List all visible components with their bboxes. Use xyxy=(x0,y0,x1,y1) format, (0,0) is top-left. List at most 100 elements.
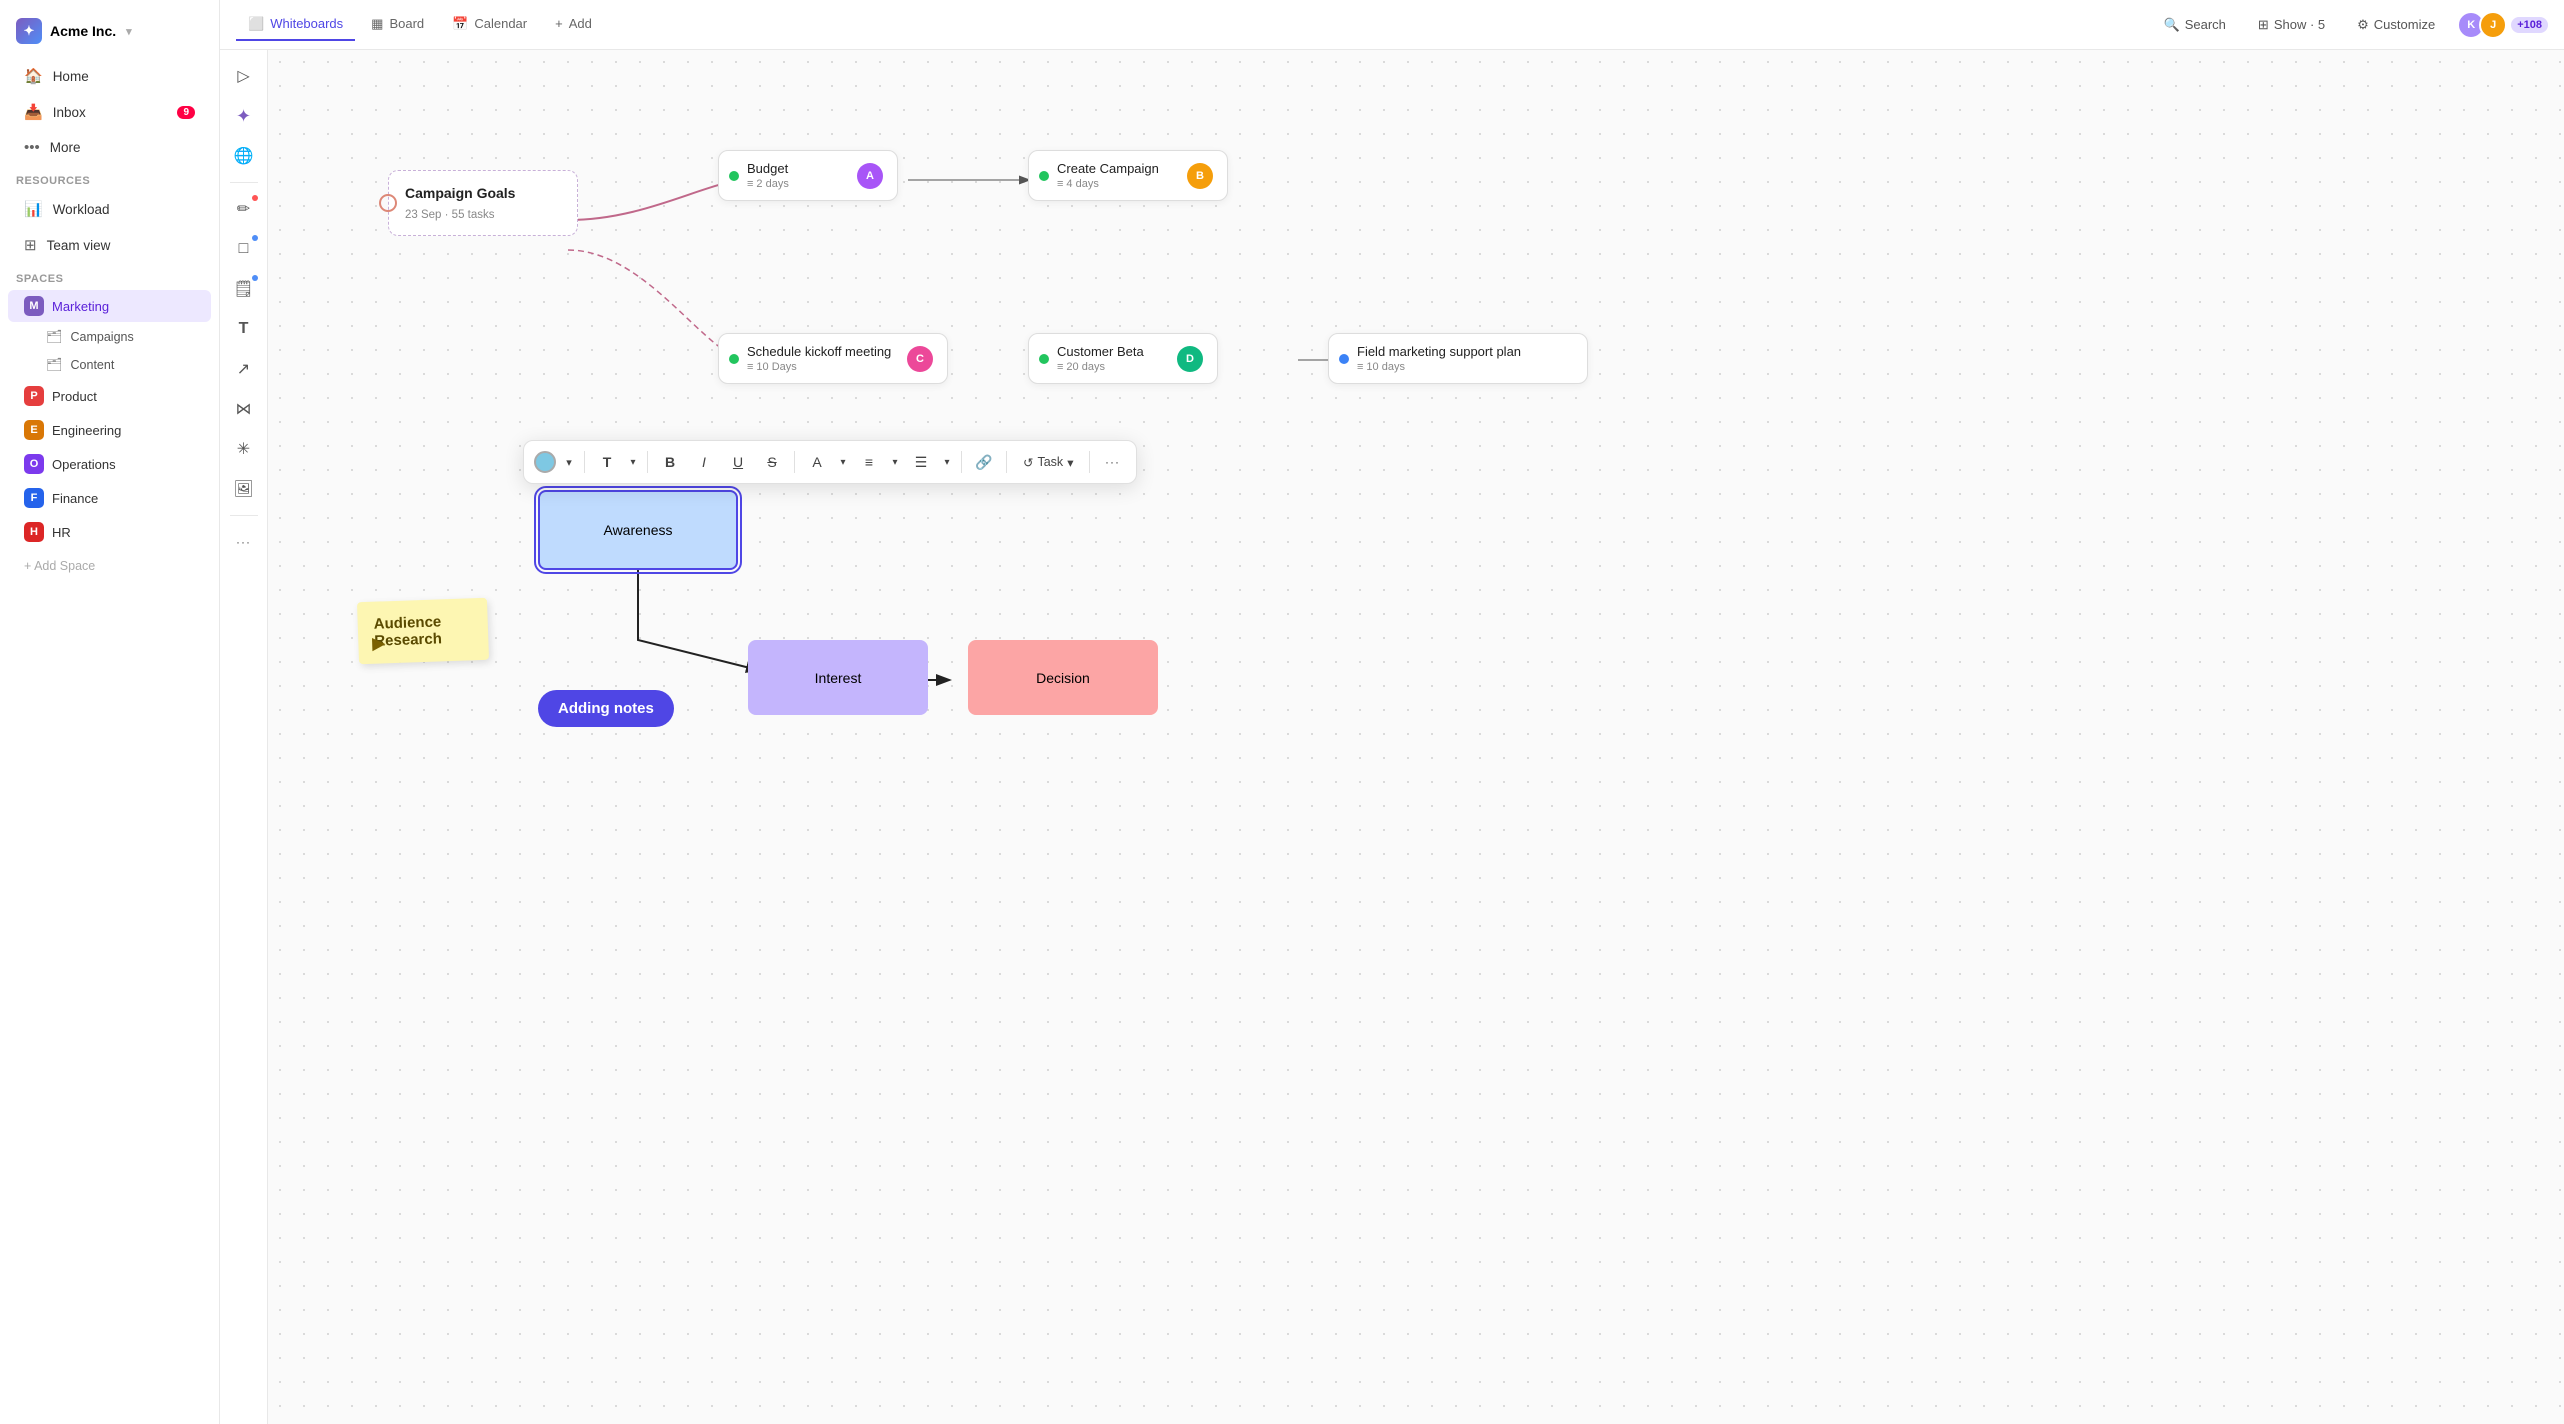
tool-arrow[interactable]: ↗ xyxy=(226,351,262,387)
sidebar-item-home[interactable]: 🏠 Home xyxy=(8,59,211,93)
chevron-down-color[interactable]: ▾ xyxy=(560,446,578,478)
tool-image[interactable]: 🖼 xyxy=(226,471,262,507)
sidebar-item-inbox[interactable]: 📥 Inbox 9 xyxy=(8,95,211,129)
shape-awareness[interactable]: Awareness xyxy=(538,490,738,570)
sidebar-item-workload[interactable]: 📊 Workload xyxy=(8,192,211,226)
space-dot-product: P xyxy=(24,386,44,406)
tool-effects[interactable]: ✳ xyxy=(226,431,262,467)
budget-avatar: A xyxy=(857,163,883,189)
goals-title: Campaign Goals xyxy=(405,185,561,201)
link-btn[interactable]: 🔗 xyxy=(968,446,1000,478)
toolbar-divider-2 xyxy=(230,515,258,516)
tool-connect[interactable]: ⋈ xyxy=(226,391,262,427)
schedule-info: Schedule kickoff meeting ≡ 10 Days xyxy=(747,344,899,373)
bold-btn[interactable]: B xyxy=(654,446,686,478)
text-format-btn[interactable]: T xyxy=(591,446,623,478)
task-label: Task xyxy=(1037,455,1063,469)
canvas-wrapper: ▷ ✦ 🌐 ✏ □ 🗒 T ↗ ⋈ ✳ 🖼 ··· xyxy=(220,50,2564,1424)
task-btn[interactable]: ↺ Task ▾ xyxy=(1013,451,1083,474)
tool-shape[interactable]: □ xyxy=(226,231,262,267)
whiteboards-icon: ⬜ xyxy=(248,16,264,32)
inbox-badge: 9 xyxy=(177,106,195,119)
sidebar-item-marketing[interactable]: M Marketing xyxy=(8,290,211,322)
divider-1 xyxy=(584,451,585,473)
space-dot-marketing: M xyxy=(24,296,44,316)
sticky-note[interactable]: Audience Research ▶ xyxy=(357,598,489,664)
text-format-chevron[interactable]: ▾ xyxy=(625,446,641,478)
font-color-btn[interactable]: A xyxy=(801,446,833,478)
field-marketing-info: Field marketing support plan ≡ 10 days xyxy=(1357,344,1573,373)
create-campaign-avatar: B xyxy=(1187,163,1213,189)
teamview-icon: ⊞ xyxy=(24,236,37,254)
tool-ai[interactable]: ✦ xyxy=(226,98,262,134)
field-marketing-dot xyxy=(1339,354,1349,364)
lines-icon-4: ≡ xyxy=(1057,361,1063,373)
left-toolbar: ▷ ✦ 🌐 ✏ □ 🗒 T ↗ ⋈ ✳ 🖼 ··· xyxy=(220,50,268,1424)
space-dot-finance: F xyxy=(24,488,44,508)
tab-add[interactable]: + Add xyxy=(543,9,604,40)
adding-notes-pill[interactable]: Adding notes xyxy=(538,690,674,727)
italic-btn[interactable]: I xyxy=(688,446,720,478)
home-icon: 🏠 xyxy=(24,67,43,85)
canvas[interactable]: Campaign Goals 23 Sep · 55 tasks Budget … xyxy=(268,50,2564,1424)
align-btn[interactable]: ≡ xyxy=(853,446,885,478)
color-swatch[interactable] xyxy=(534,451,556,473)
tool-globe[interactable]: 🌐 xyxy=(226,138,262,174)
task-budget[interactable]: Budget ≡ 2 days A xyxy=(718,150,898,201)
task-create-campaign[interactable]: Create Campaign ≡ 4 days B xyxy=(1028,150,1228,201)
lines-icon-5: ≡ xyxy=(1357,361,1363,373)
board-icon: ▦ xyxy=(371,16,383,32)
sidebar-item-teamview[interactable]: ⊞ Team view xyxy=(8,228,211,262)
tab-whiteboards[interactable]: ⬜ Whiteboards xyxy=(236,9,355,41)
task-schedule[interactable]: Schedule kickoff meeting ≡ 10 Days C xyxy=(718,333,948,384)
sidebar-item-hr[interactable]: H HR xyxy=(8,516,211,548)
tab-calendar[interactable]: 📅 Calendar xyxy=(440,9,539,41)
sidebar-item-engineering[interactable]: E Engineering xyxy=(8,414,211,446)
lines-icon-3: ≡ xyxy=(747,361,753,373)
list-chevron[interactable]: ▾ xyxy=(939,446,955,478)
customize-button[interactable]: ⚙ Customize xyxy=(2347,12,2445,38)
underline-btn[interactable]: U xyxy=(722,446,754,478)
search-button[interactable]: 🔍 Search xyxy=(2154,12,2236,38)
add-space-button[interactable]: + Add Space xyxy=(8,553,211,579)
budget-dot xyxy=(729,171,739,181)
list-btn[interactable]: ☰ xyxy=(905,446,937,478)
toolbar-divider-1 xyxy=(230,182,258,183)
align-chevron[interactable]: ▾ xyxy=(887,446,903,478)
task-customer-beta[interactable]: Customer Beta ≡ 20 days D xyxy=(1028,333,1218,384)
tool-more[interactable]: ··· xyxy=(226,524,262,560)
inbox-icon: 📥 xyxy=(24,103,43,121)
divider-4 xyxy=(961,451,962,473)
goals-card[interactable]: Campaign Goals 23 Sep · 55 tasks xyxy=(388,170,578,236)
tool-select[interactable]: ▷ xyxy=(226,58,262,94)
tab-board[interactable]: ▦ Board xyxy=(359,9,436,41)
customer-beta-dot xyxy=(1039,354,1049,364)
sidebar-item-operations[interactable]: O Operations xyxy=(8,448,211,480)
font-color-chevron[interactable]: ▾ xyxy=(835,446,851,478)
sidebar-item-more[interactable]: ••• More xyxy=(8,131,211,164)
space-dot-hr: H xyxy=(24,522,44,542)
tool-text[interactable]: T xyxy=(226,311,262,347)
strikethrough-btn[interactable]: S xyxy=(756,446,788,478)
tool-pen[interactable]: ✏ xyxy=(226,191,262,227)
sidebar-item-product[interactable]: P Product xyxy=(8,380,211,412)
add-icon: + xyxy=(555,16,563,31)
shape-decision[interactable]: Decision xyxy=(968,640,1158,715)
show-button[interactable]: ⊞ Show · 5 xyxy=(2248,12,2335,38)
schedule-avatar: C xyxy=(907,346,933,372)
lines-icon: ≡ xyxy=(747,178,753,190)
app-logo[interactable]: ✦ Acme Inc. ▾ xyxy=(0,12,219,58)
sidebar-item-finance[interactable]: F Finance xyxy=(8,482,211,514)
sidebar-subitem-content[interactable]: 🗂 Content xyxy=(8,352,211,378)
shape-dot xyxy=(252,235,258,241)
shape-interest[interactable]: Interest xyxy=(748,640,928,715)
workload-icon: 📊 xyxy=(24,200,43,218)
more-btn[interactable]: ··· xyxy=(1096,446,1128,478)
app-name: Acme Inc. xyxy=(50,23,116,39)
schedule-dot xyxy=(729,354,739,364)
sidebar-subitem-campaigns[interactable]: 🗂 Campaigns xyxy=(8,324,211,350)
lines-icon-2: ≡ xyxy=(1057,178,1063,190)
tool-sticky[interactable]: 🗒 xyxy=(226,271,262,307)
task-field-marketing[interactable]: Field marketing support plan ≡ 10 days xyxy=(1328,333,1588,384)
divider-3 xyxy=(794,451,795,473)
